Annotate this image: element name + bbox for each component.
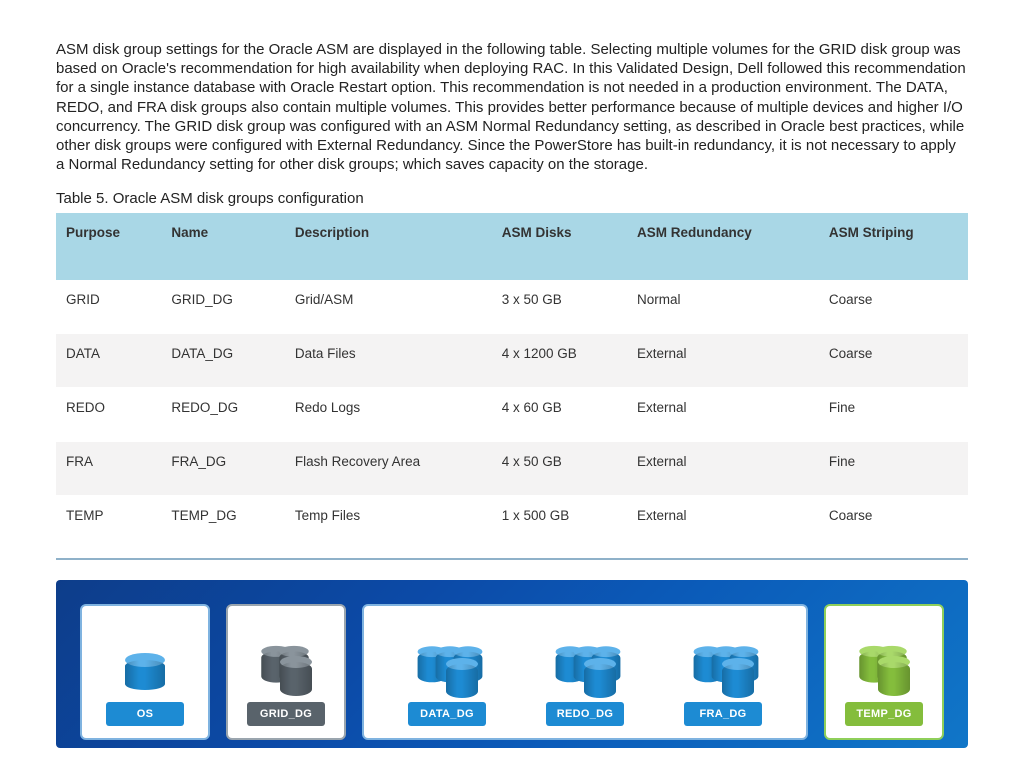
- cell-desc: Temp Files: [285, 496, 492, 542]
- cell-stripe: Coarse: [819, 496, 968, 542]
- cylinder-icon: [668, 636, 778, 690]
- cylinder-icon: [244, 636, 328, 690]
- col-purpose: Purpose: [56, 213, 161, 280]
- diagram-card-grid: GRID_DG: [226, 604, 346, 740]
- cell-stripe: Coarse: [819, 280, 968, 334]
- diagram-card-os: OS: [80, 604, 210, 740]
- diagram-label-os: OS: [106, 702, 184, 726]
- cell-name: TEMP_DG: [161, 496, 285, 542]
- diagram-label-fra: FRA_DG: [684, 702, 762, 726]
- cell-purpose: FRA: [56, 442, 161, 496]
- cell-purpose: REDO: [56, 388, 161, 442]
- cell-desc: Data Files: [285, 334, 492, 388]
- diagram-label-data: DATA_DG: [408, 702, 486, 726]
- table-bottom-rule: [56, 558, 968, 560]
- asm-diskgroups-table: Purpose Name Description ASM Disks ASM R…: [56, 213, 968, 542]
- body-paragraph: ASM disk group settings for the Oracle A…: [56, 40, 968, 174]
- cell-desc: Flash Recovery Area: [285, 442, 492, 496]
- table-row: DATA DATA_DG Data Files 4 x 1200 GB Exte…: [56, 334, 968, 388]
- cell-redund: External: [627, 442, 819, 496]
- cell-purpose: DATA: [56, 334, 161, 388]
- diagram-label-grid: GRID_DG: [247, 702, 325, 726]
- diagram-sub-redo: REDO_DG: [530, 636, 640, 726]
- cell-redund: External: [627, 496, 819, 542]
- cell-redund: External: [627, 388, 819, 442]
- diagram-label-redo: REDO_DG: [546, 702, 624, 726]
- cylinder-icon: [842, 636, 926, 690]
- table-row: GRID GRID_DG Grid/ASM 3 x 50 GB Normal C…: [56, 280, 968, 334]
- cell-desc: Grid/ASM: [285, 280, 492, 334]
- cell-stripe: Coarse: [819, 334, 968, 388]
- cell-purpose: GRID: [56, 280, 161, 334]
- col-redundancy: ASM Redundancy: [627, 213, 819, 280]
- table-header-row: Purpose Name Description ASM Disks ASM R…: [56, 213, 968, 280]
- cylinder-icon: [125, 636, 165, 690]
- cell-name: REDO_DG: [161, 388, 285, 442]
- col-desc: Description: [285, 213, 492, 280]
- diagram-card-temp: TEMP_DG: [824, 604, 944, 740]
- cell-disks: 1 x 500 GB: [492, 496, 627, 542]
- table-row: FRA FRA_DG Flash Recovery Area 4 x 50 GB…: [56, 442, 968, 496]
- cell-name: FRA_DG: [161, 442, 285, 496]
- table-row: REDO REDO_DG Redo Logs 4 x 60 GB Externa…: [56, 388, 968, 442]
- col-striping: ASM Striping: [819, 213, 968, 280]
- cell-disks: 4 x 60 GB: [492, 388, 627, 442]
- diskgroup-diagram: OS GRID_DG DATA_DG REDO_DG FRA_DG: [56, 580, 968, 748]
- col-disks: ASM Disks: [492, 213, 627, 280]
- cell-disks: 3 x 50 GB: [492, 280, 627, 334]
- cylinder-icon: [530, 636, 640, 690]
- cell-stripe: Fine: [819, 388, 968, 442]
- cell-name: DATA_DG: [161, 334, 285, 388]
- table-caption: Table 5. Oracle ASM disk groups configur…: [56, 190, 968, 207]
- table-row: TEMP TEMP_DG Temp Files 1 x 500 GB Exter…: [56, 496, 968, 542]
- diagram-sub-fra: FRA_DG: [668, 636, 778, 726]
- cell-disks: 4 x 1200 GB: [492, 334, 627, 388]
- diagram-card-data-redo-fra: DATA_DG REDO_DG FRA_DG: [362, 604, 808, 740]
- cell-name: GRID_DG: [161, 280, 285, 334]
- cylinder-icon: [392, 636, 502, 690]
- diagram-label-temp: TEMP_DG: [845, 702, 923, 726]
- cell-desc: Redo Logs: [285, 388, 492, 442]
- col-name: Name: [161, 213, 285, 280]
- cell-disks: 4 x 50 GB: [492, 442, 627, 496]
- cell-redund: Normal: [627, 280, 819, 334]
- cell-purpose: TEMP: [56, 496, 161, 542]
- cell-stripe: Fine: [819, 442, 968, 496]
- cell-redund: External: [627, 334, 819, 388]
- diagram-sub-data: DATA_DG: [392, 636, 502, 726]
